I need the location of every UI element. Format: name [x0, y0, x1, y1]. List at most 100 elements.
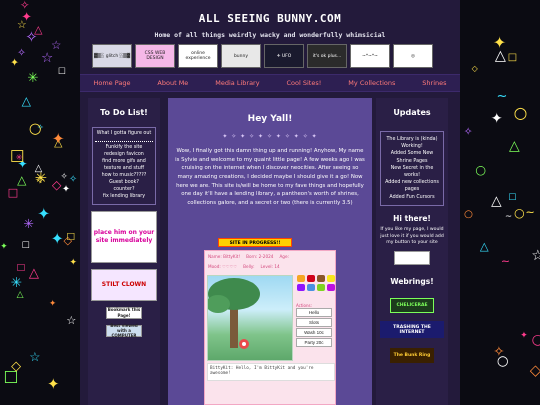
update-item: Added Fun Cursors — [389, 194, 435, 200]
site-88x31-button[interactable]: ◎ — [393, 44, 433, 68]
nav-media-library[interactable]: Media Library — [215, 79, 259, 87]
todo-item: how to music????? — [101, 172, 147, 178]
confetti-shape: □ — [7, 186, 19, 200]
site-88x31-button[interactable]: it's ok plus... — [307, 44, 347, 68]
confetti-shape: ✦ — [69, 257, 78, 269]
confetti-shape: □ — [508, 191, 517, 202]
site-88x31-button[interactable]: online experience — [178, 44, 218, 68]
todo-subheading: What I gotta figure out — [96, 131, 152, 136]
toy-icon[interactable] — [297, 284, 305, 291]
pet-hunger: Belly: — [243, 263, 255, 269]
webring-badge[interactable]: TRASHING THE INTERNET — [380, 321, 444, 339]
todo-item: fix lending library — [102, 193, 146, 199]
updates-heading: Updates — [393, 108, 431, 117]
update-item: The Library is (kinda) Working! — [386, 137, 438, 150]
star-icon[interactable] — [327, 275, 335, 282]
nav-cool-sites[interactable]: Cool Sites! — [287, 79, 322, 87]
webrings-heading: Webrings! — [390, 277, 434, 287]
confetti-shape: ~ — [496, 89, 508, 105]
confetti-shape: ✧ — [493, 343, 505, 360]
confetti-shape: ✳ — [27, 71, 39, 87]
pet-born: Born: 2-2024 — [246, 253, 274, 259]
confetti-shape: ☆ — [40, 49, 54, 66]
pet-stats-row: Mood: ♡♡♡♡ Belly: Level: 14 — [205, 261, 335, 271]
update-item: Added Some New Shrine Pages — [390, 151, 434, 164]
nav-about[interactable]: About Me — [157, 79, 188, 87]
confetti-shape: ✦ — [0, 241, 8, 252]
confetti-shape: ✧ — [19, 0, 30, 12]
confetti-shape: □ — [16, 262, 26, 274]
pet-wash-button[interactable]: Wash 10c — [296, 328, 332, 337]
confetti-shape: ✧ — [463, 124, 473, 138]
site-88x31-button[interactable]: ~*~*~ — [350, 44, 390, 68]
confetti-shape: ✧ — [34, 171, 46, 187]
site-88x31-button[interactable]: ✈ UFO — [264, 44, 304, 68]
pet-message: BittyKit: Hello, I'm BittyKit and you're… — [207, 363, 335, 381]
updates-list: The Library is (kinda) Working! Added So… — [380, 131, 444, 206]
confetti-shape: ~ — [525, 205, 535, 220]
confetti-shape: ○ — [514, 205, 525, 220]
todo-item: find more gifs and texture and stuff — [102, 158, 146, 171]
virtual-pet-widget: Name: BittyKit! Born: 2-2024 Age: Mood: … — [204, 250, 336, 405]
confetti-shape: □ — [58, 65, 66, 76]
leaf-icon[interactable] — [317, 284, 325, 291]
pet-party-button[interactable]: Party 20c — [296, 338, 332, 347]
main-nav: Home Page About Me Media Library Cool Si… — [80, 74, 460, 92]
site-button-image[interactable] — [394, 251, 430, 266]
stamp-text: STILT CLOWN — [101, 280, 147, 288]
confetti-shape: ✧ — [68, 173, 78, 185]
gem-icon[interactable] — [327, 284, 335, 291]
confetti-shape: ✦ — [490, 110, 503, 127]
badge-text: Best viewed with a COMPUTER — [110, 322, 138, 339]
ball-icon[interactable] — [307, 284, 315, 291]
confetti-shape: ○ — [513, 102, 528, 122]
confetti-shape: ✦ — [61, 183, 71, 195]
main-content: Hey Yall! ✦ ✧ ✦ ✧ ✦ ✧ ✦ ✧ ✦ ✧ ✦ Wow, I f… — [168, 98, 372, 405]
nav-collections[interactable]: My Collections — [348, 79, 395, 87]
apple-icon[interactable] — [307, 275, 315, 282]
site-subtitle: Home of all things weirdly wacky and won… — [154, 31, 386, 39]
confetti-shape: ✳ — [23, 216, 34, 232]
food-icon[interactable] — [297, 275, 305, 282]
pet-scene — [206, 275, 293, 361]
site-88x31-button[interactable]: CSS WEB DESIGN — [135, 44, 175, 68]
confetti-shape: △ — [494, 48, 506, 65]
confetti-shape: ☆ — [50, 38, 62, 53]
cookie-icon[interactable] — [317, 275, 325, 282]
page-container: ALL SEEING BUNNY.COM Home of all things … — [80, 0, 460, 405]
pet-slots-button[interactable]: Slots — [296, 318, 332, 327]
bookmark-badge[interactable]: Bookmark this Page! — [106, 306, 142, 319]
sparkle-divider: ✦ ✧ ✦ ✧ ✦ ✧ ✦ ✧ ✦ ✧ ✦ — [222, 133, 318, 140]
nav-home[interactable]: Home Page — [93, 79, 130, 87]
todo-item: Guest book? — [109, 179, 139, 185]
confetti-shape: ○ — [531, 331, 540, 348]
update-item: New Secret in the works! — [390, 165, 434, 178]
confetti-shape: ✦ — [520, 329, 528, 341]
confetti-shape: ◇ — [471, 63, 478, 73]
confetti-shape: ◇ — [11, 358, 22, 374]
divider — [95, 140, 153, 142]
stilt-clown-stamp: STILT CLOWN — [91, 268, 157, 301]
site-88x31-button[interactable]: bunny — [221, 44, 261, 68]
confetti-shape: □ — [9, 146, 25, 165]
pet-age: Age: — [279, 253, 289, 259]
webring-badge[interactable]: The Bunk Ring — [390, 348, 434, 364]
right-sidebar: Updates The Library is (kinda) Working! … — [376, 98, 448, 405]
stamp-text: place him on your site immediately — [93, 228, 155, 244]
tree-illustration — [206, 278, 260, 349]
confetti-shape: □ — [21, 240, 30, 251]
site-88x31-button[interactable]: ▓▒░ glitch ░▒▓ — [92, 44, 132, 68]
pet-stats-row: Name: BittyKit! Born: 2-2024 Age: — [205, 251, 335, 261]
nav-shrines[interactable]: Shrines — [422, 79, 446, 87]
pet-icon-grid — [297, 275, 335, 293]
pet-hello-button[interactable]: Hello — [296, 308, 332, 317]
site-in-progress-banner: SITE IN PROGRESS!! — [218, 238, 292, 247]
confetti-shape: △ — [28, 265, 39, 281]
webring-badge[interactable]: CHELICERAE — [390, 298, 434, 314]
confetti-shape: ✦ — [51, 130, 65, 149]
todo-item: counter? — [113, 186, 135, 192]
place-him-stamp: place him on your site immediately — [91, 210, 157, 263]
intro-text: Wow, I finally got this damn thing up an… — [175, 148, 365, 206]
confetti-shape: △ — [509, 138, 520, 155]
confetti-shape: ○ — [475, 162, 487, 178]
